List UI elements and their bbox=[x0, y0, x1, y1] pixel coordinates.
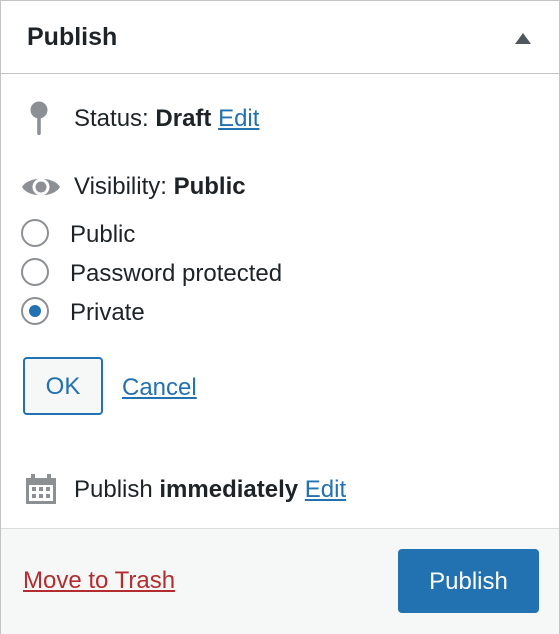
status-edit-link[interactable]: Edit bbox=[218, 105, 259, 132]
status-label: Status: bbox=[74, 105, 149, 132]
triangle-up-icon bbox=[515, 33, 531, 44]
visibility-row: Visibility: Public bbox=[74, 171, 246, 203]
schedule-row: Publish immediately Edit bbox=[74, 474, 346, 506]
radio-public[interactable] bbox=[21, 219, 49, 247]
schedule-label: Publish bbox=[74, 476, 153, 503]
radio-password-protected[interactable] bbox=[21, 258, 49, 286]
radio-label-public: Public bbox=[70, 221, 136, 248]
calendar-icon bbox=[26, 474, 56, 504]
ok-button[interactable]: OK bbox=[23, 357, 103, 415]
pin-icon bbox=[30, 101, 48, 135]
panel-title: Publish bbox=[27, 23, 118, 51]
panel-header: Publish bbox=[1, 1, 559, 74]
schedule-value: immediately bbox=[159, 476, 299, 503]
move-to-trash-link[interactable]: Move to Trash bbox=[23, 565, 175, 597]
radio-private[interactable] bbox=[21, 297, 49, 325]
panel-toggle-button[interactable] bbox=[501, 19, 545, 59]
status-value: Draft bbox=[155, 105, 212, 132]
cancel-link[interactable]: Cancel bbox=[122, 372, 197, 404]
eye-icon bbox=[22, 178, 60, 196]
schedule-edit-link[interactable]: Edit bbox=[305, 476, 346, 503]
visibility-value: Public bbox=[173, 173, 246, 200]
publish-button[interactable]: Publish bbox=[398, 549, 539, 613]
publish-panel: Publish Status: Draft Edit Visibility: P… bbox=[0, 0, 560, 634]
status-row: Status: Draft Edit bbox=[74, 103, 259, 135]
radio-label-password-protected: Password protected bbox=[70, 260, 283, 287]
publishing-actions: Move to Trash Publish bbox=[1, 528, 559, 634]
radio-label-private: Private bbox=[70, 299, 145, 326]
visibility-label: Visibility: bbox=[74, 173, 167, 200]
